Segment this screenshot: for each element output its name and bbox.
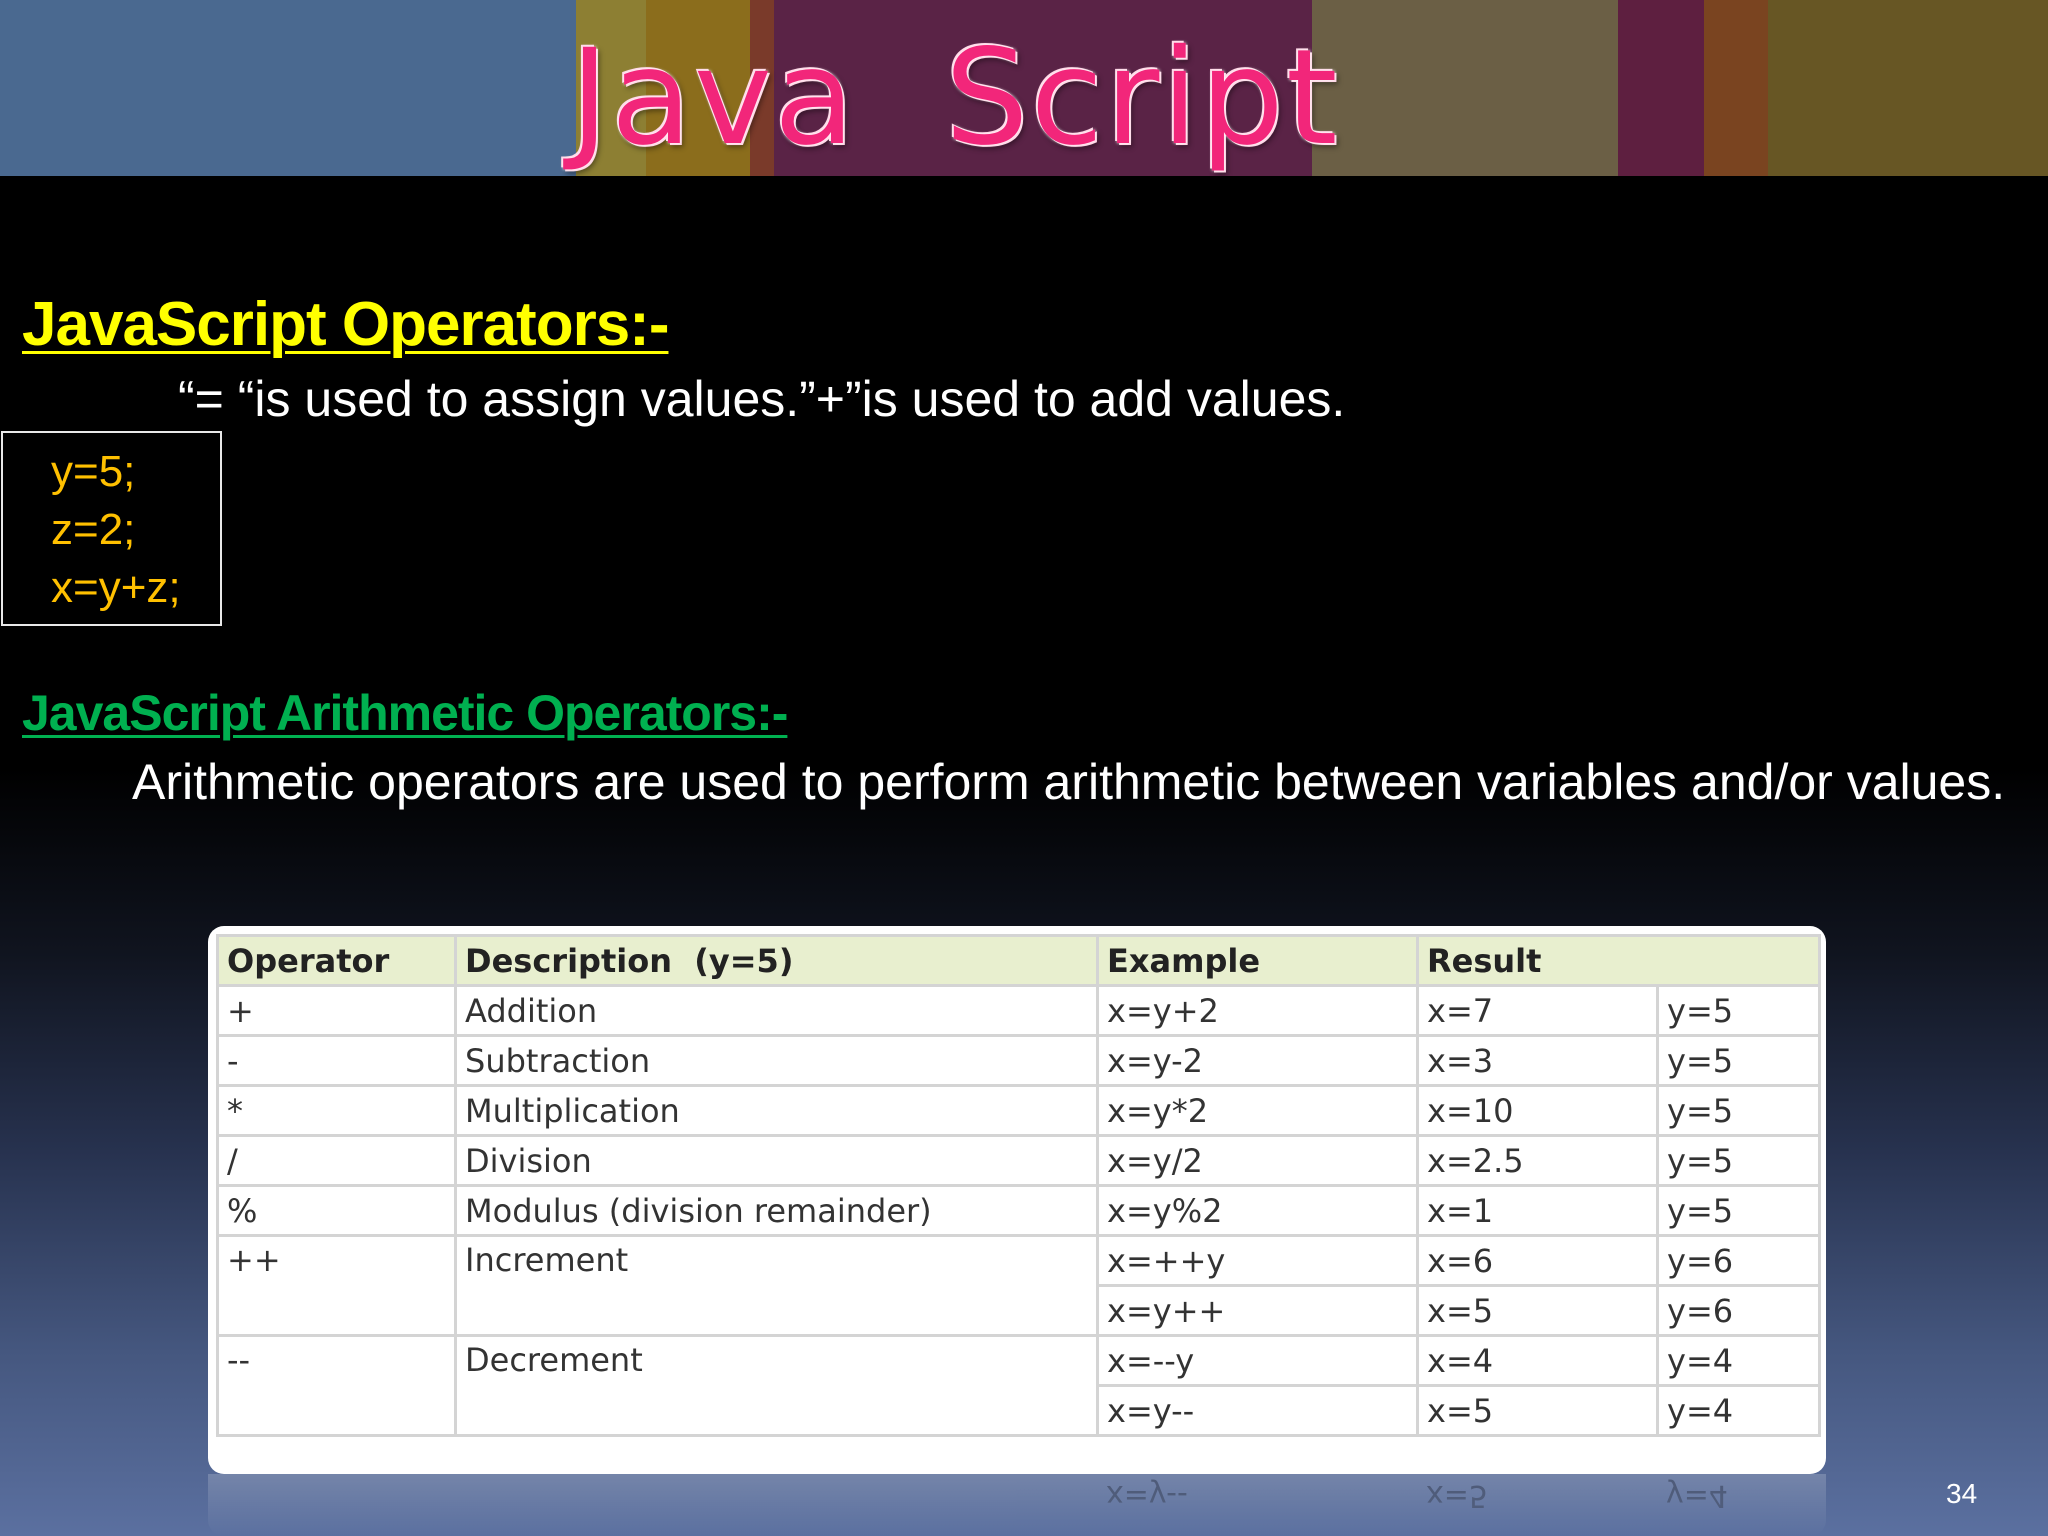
- cell-example: x=y+2: [1096, 984, 1419, 1037]
- banner-stripe: [1768, 0, 2048, 176]
- cell-result-y: y=6: [1656, 1234, 1821, 1287]
- table-row: % Modulus (division remainder) x=y%2 x=1…: [216, 1184, 1821, 1237]
- arithmetic-operators-heading: JavaScript Arithmetic Operators:-: [22, 685, 788, 741]
- cell-example: x=y++: [1096, 1284, 1419, 1337]
- table-header-row: Operator Description (y=5) Example Resul…: [216, 934, 1821, 987]
- operators-table: Operator Description (y=5) Example Resul…: [216, 934, 1821, 1437]
- code-line: z=2;: [51, 505, 136, 554]
- cell-operator: ++: [216, 1234, 457, 1337]
- cell-example: x=y%2: [1096, 1184, 1419, 1237]
- code-line: x=y+z;: [51, 563, 181, 612]
- cell-result-x: x=5: [1416, 1284, 1659, 1337]
- banner-stripe: [1704, 0, 1770, 176]
- title-banner: Java Script: [0, 0, 2048, 176]
- cell-example: x=y*2: [1096, 1084, 1419, 1137]
- reflection-result-y: y=4: [1666, 1478, 1728, 1513]
- header-description-label: Description: [465, 941, 672, 980]
- table-row: - Subtraction x=y-2 x=3 y=5: [216, 1034, 1821, 1087]
- cell-description: Division: [454, 1134, 1099, 1187]
- cell-result-y: y=5: [1656, 1084, 1821, 1137]
- banner-stripe: [0, 0, 578, 176]
- operators-table-card: Operator Description (y=5) Example Resul…: [208, 926, 1826, 1474]
- cell-result-x: x=4: [1416, 1334, 1659, 1387]
- cell-result-x: x=10: [1416, 1084, 1659, 1137]
- header-result: Result: [1416, 934, 1821, 987]
- cell-operator: --: [216, 1334, 457, 1437]
- header-description: Description (y=5): [454, 934, 1099, 987]
- slide-number: 34: [1946, 1478, 1978, 1509]
- cell-result-x: x=6: [1416, 1234, 1659, 1287]
- header-description-note: (y=5): [694, 941, 794, 980]
- cell-example: x=y-2: [1096, 1034, 1419, 1087]
- cell-description: Multiplication: [454, 1084, 1099, 1137]
- cell-example: x=++y: [1096, 1234, 1419, 1287]
- table-row: -- Decrement x=--y x=4 y=4: [216, 1334, 1821, 1437]
- code-line: y=5;: [51, 447, 136, 496]
- reflection-example: x=y--: [1106, 1478, 1188, 1513]
- cell-operator: *: [216, 1084, 457, 1137]
- reflection-result-x: x=5: [1426, 1478, 1488, 1513]
- cell-result-x: x=7: [1416, 984, 1659, 1037]
- cell-example: x=y/2: [1096, 1134, 1419, 1187]
- arithmetic-description: Arithmetic operators are used to perform…: [132, 754, 2006, 810]
- cell-description: Modulus (division remainder): [454, 1184, 1099, 1237]
- table-row: / Division x=y/2 x=2.5 y=5: [216, 1134, 1821, 1187]
- cell-result-y: y=6: [1656, 1284, 1821, 1337]
- cell-operator: +: [216, 984, 457, 1037]
- cell-result-y: y=5: [1656, 1034, 1821, 1087]
- table-row: ++ Increment x=++y x=6 y=6: [216, 1234, 1821, 1337]
- cell-operator: /: [216, 1134, 457, 1187]
- cell-result-x: x=3: [1416, 1034, 1659, 1087]
- cell-description: Subtraction: [454, 1034, 1099, 1087]
- banner-stripe: [1618, 0, 1706, 176]
- code-example-box: y=5; z=2; x=y+z;: [1, 431, 222, 626]
- cell-result-y: y=5: [1656, 1184, 1821, 1237]
- header-operator: Operator: [216, 934, 457, 987]
- banner-title: Java Script: [570, 21, 1340, 175]
- table-row: + Addition x=y+2 x=7 y=5: [216, 984, 1821, 1037]
- cell-result-y: y=4: [1656, 1334, 1821, 1387]
- cell-operator: %: [216, 1184, 457, 1237]
- cell-example: x=y--: [1096, 1384, 1419, 1437]
- cell-result-x: x=5: [1416, 1384, 1659, 1437]
- cell-result-x: x=1: [1416, 1184, 1659, 1237]
- header-example: Example: [1096, 934, 1419, 987]
- cell-example: x=--y: [1096, 1334, 1419, 1387]
- cell-result-y: y=5: [1656, 1134, 1821, 1187]
- cell-description: Decrement: [454, 1334, 1099, 1437]
- operators-heading: JavaScript Operators:-: [22, 290, 669, 359]
- cell-result-x: x=2.5: [1416, 1134, 1659, 1187]
- assignment-description: “= “is used to assign values.”+”is used …: [178, 371, 1346, 427]
- cell-description: Increment: [454, 1234, 1099, 1337]
- table-reflection: x=y-- x=5 y=4: [208, 1474, 1826, 1536]
- cell-description: Addition: [454, 984, 1099, 1037]
- cell-result-y: y=5: [1656, 984, 1821, 1037]
- cell-result-y: y=4: [1656, 1384, 1821, 1437]
- table-row: * Multiplication x=y*2 x=10 y=5: [216, 1084, 1821, 1137]
- cell-operator: -: [216, 1034, 457, 1087]
